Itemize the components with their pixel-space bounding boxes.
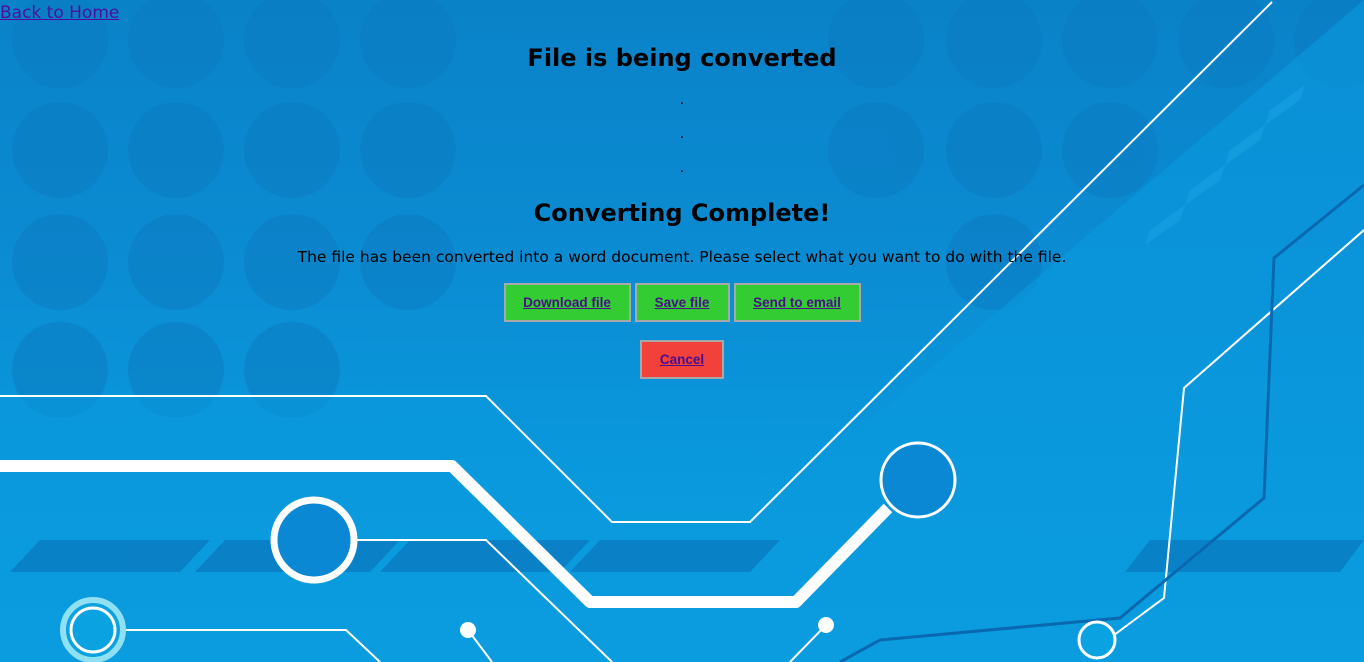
progress-dot: .: [679, 92, 685, 108]
download-file-label: Download file: [523, 295, 611, 310]
send-to-email-label: Send to email: [753, 295, 841, 310]
download-file-button[interactable]: Download file: [503, 283, 631, 322]
back-to-home-link[interactable]: Back to Home: [0, 3, 119, 23]
send-to-email-button[interactable]: Send to email: [733, 283, 861, 322]
completion-message: The file has been converted into a word …: [297, 248, 1067, 266]
cancel-button[interactable]: Cancel: [640, 340, 724, 379]
save-file-button[interactable]: Save file: [634, 283, 730, 322]
cancel-row: Cancel: [0, 340, 1364, 379]
action-buttons: Download file Save file Send to email: [0, 283, 1364, 322]
progress-dot: .: [679, 160, 685, 176]
progress-dot: .: [679, 126, 685, 142]
converting-title: File is being converted: [527, 44, 837, 72]
save-file-label: Save file: [654, 295, 710, 310]
cancel-label: Cancel: [659, 352, 705, 367]
converter-page: Back to Home File is being converted . .…: [0, 0, 1364, 662]
complete-title: Converting Complete!: [533, 199, 831, 227]
